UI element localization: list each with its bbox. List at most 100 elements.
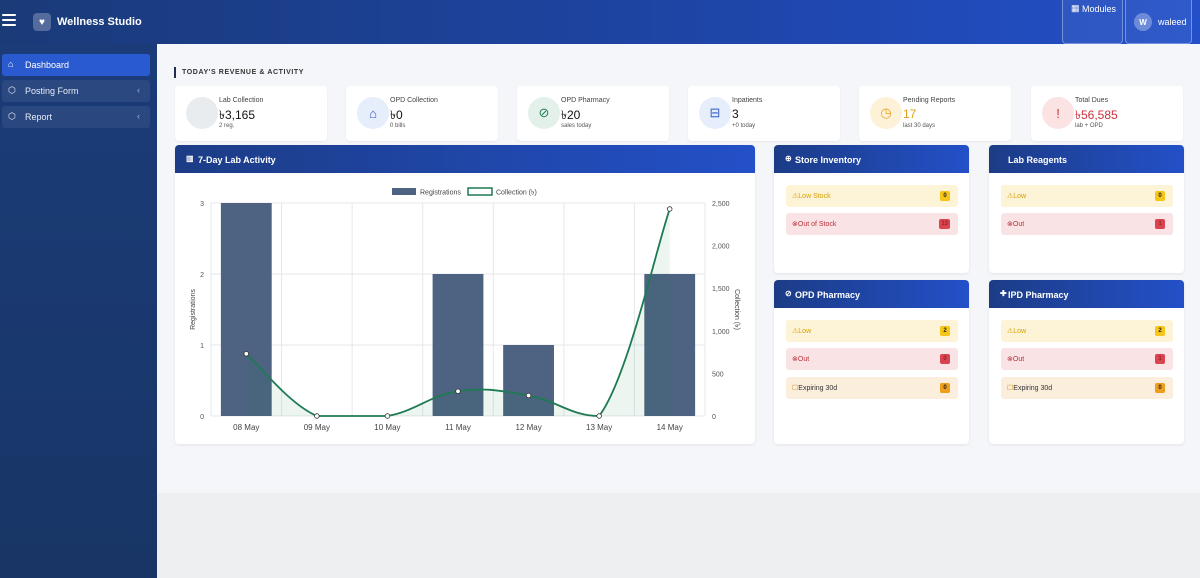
user-menu-button[interactable]: W waleed <box>1125 0 1192 44</box>
stat-sub: 0 bills <box>390 123 406 129</box>
lab-activity-card: ▥ 7-Day Lab Activity 0 1 2 3 0 500 1,000 1,500 2… <box>175 145 755 444</box>
collection-point <box>384 413 391 419</box>
warehouse-icon: ⊕ <box>785 154 792 163</box>
ipd-out-row[interactable]: ⊗Out 1 <box>1001 348 1173 370</box>
stat-value: 17 <box>903 107 917 121</box>
count-badge: 13 <box>939 219 950 229</box>
avatar: W <box>1134 13 1152 31</box>
y2-tick-label: 1,500 <box>712 286 730 293</box>
y2-tick-label: 0 <box>712 414 716 421</box>
ipd-low-row[interactable]: ⚠Low 2 <box>1001 320 1173 342</box>
stat-sub: +0 today <box>732 123 756 129</box>
opd-expiring-label: ☐Expiring 30d <box>792 385 838 392</box>
store-low-stock-label: ⚠Low Stock <box>792 193 831 200</box>
card-header: ▥ 7-Day Lab Activity <box>175 145 755 173</box>
collection-point <box>596 413 602 419</box>
stat-label: OPD Pharmacy <box>561 97 610 104</box>
bed-icon: ⊟ <box>699 97 731 129</box>
cube-icon: ⬡ <box>8 111 16 121</box>
sidebar-item-report[interactable]: ⬡ Report ‹ <box>2 106 150 128</box>
legend-swatch-collection <box>467 187 493 196</box>
y-axis-title: Registrations <box>190 289 197 330</box>
reagents-low-row[interactable]: ⚠Low 0 <box>1001 185 1173 207</box>
sidebar-item-label: Report <box>25 112 53 122</box>
opd-low-label: ⚠Low <box>792 328 812 335</box>
user-name: waleed <box>1158 17 1187 27</box>
y-tick-label: 3 <box>200 201 204 208</box>
top-navbar: ♥ Wellness Studio ▦ Modules W waleed <box>0 0 1200 44</box>
legend-label-collection: Collection (৳) <box>496 189 537 197</box>
lab-activity-chart: 0 1 2 3 0 500 1,000 1,500 2,000 2,500 08 May 09 May… <box>190 187 741 432</box>
legend-label-registrations: Registrations <box>420 190 461 197</box>
modules-button[interactable]: ▦ Modules <box>1062 0 1123 44</box>
opd-low-row[interactable]: ⚠Low 2 <box>786 320 958 342</box>
sidebar: ⌂ Dashboard ⬡ Posting Form ‹ ⬡ Report ‹ <box>0 44 157 578</box>
card-header: Lab Reagents <box>989 145 1184 173</box>
y2-tick-label: 2,500 <box>712 201 730 208</box>
reagents-out-row[interactable]: ⊗Out 1 <box>1001 213 1173 235</box>
reagents-out-label: ⊗Out <box>1007 221 1025 228</box>
count-badge: 1 <box>1155 219 1165 229</box>
opd-expiring-row[interactable]: ☐Expiring 30d 0 <box>786 377 958 399</box>
ipd-low-label: ⚠Low <box>1007 328 1027 335</box>
stat-card-lab-collection: Lab Collection ৳3,165 2 reg. <box>175 86 327 141</box>
collection-point <box>314 413 320 419</box>
ipd-out-label: ⊗Out <box>1007 356 1025 363</box>
y2-axis-title: Collection (৳) <box>733 289 741 330</box>
card-header: ✚ IPD Pharmacy <box>989 280 1184 308</box>
modules-label: Modules <box>1082 4 1117 14</box>
x-tick-label: 10 May <box>374 423 400 432</box>
stat-label: Pending Reports <box>903 97 956 104</box>
ipd-expiring-row[interactable]: ☐Expiring 30d 0 <box>1001 377 1173 399</box>
content-footer-area <box>157 493 1200 578</box>
collection-point <box>455 388 461 394</box>
count-badge: 0 <box>1155 383 1165 393</box>
home-icon: ⌂ <box>8 59 14 69</box>
stat-sub: last 30 days <box>903 123 936 129</box>
stat-value: 3 <box>732 107 739 121</box>
y2-tick-label: 2,000 <box>712 244 730 251</box>
count-badge: 0 <box>940 383 950 393</box>
y2-tick-label: 1,000 <box>712 329 730 336</box>
count-badge: 0 <box>940 191 950 201</box>
pill-icon: ⊘ <box>785 289 792 298</box>
y2-tick-label: 500 <box>712 371 724 378</box>
stat-label: Total Dues <box>1075 97 1109 104</box>
sidebar-item-dashboard[interactable]: ⌂ Dashboard <box>2 54 150 76</box>
store-out-of-stock-row[interactable]: ⊗Out of Stock 13 <box>786 213 958 235</box>
collection-point <box>667 206 673 212</box>
section-title: TODAY'S REVENUE & ACTIVITY <box>174 67 304 78</box>
x-tick-label: 09 May <box>304 423 330 432</box>
stat-card-opd-pharmacy: ⊘ OPD Pharmacy ৳20 sales today <box>517 86 669 141</box>
card-header: ⊘ OPD Pharmacy <box>774 280 969 308</box>
chevron-left-icon: ‹ <box>137 111 140 121</box>
grid-icon: ▦ <box>1071 3 1080 13</box>
x-tick-label: 12 May <box>515 423 541 432</box>
stat-sub: 2 reg. <box>219 123 235 129</box>
count-badge: 2 <box>1155 326 1165 336</box>
brand-logo-icon: ♥ <box>33 13 51 31</box>
ipd-pharmacy-card: ✚ IPD Pharmacy ⚠Low 2 ⊗Out 1 ☐Expiring 3… <box>989 280 1184 444</box>
store-low-stock-row[interactable]: ⚠Low Stock 0 <box>786 185 958 207</box>
x-tick-label: 11 May <box>445 423 471 432</box>
ipd-expiring-label: ☐Expiring 30d <box>1007 385 1053 392</box>
flask-icon <box>186 97 218 129</box>
opd-out-row[interactable]: ⊗Out 0 <box>786 348 958 370</box>
reagents-low-label: ⚠Low <box>1007 193 1027 200</box>
chevron-left-icon: ‹ <box>137 85 140 95</box>
sidebar-item-label: Dashboard <box>25 60 70 70</box>
card-title: Lab Reagents <box>1008 155 1068 165</box>
cube-icon: ⬡ <box>8 85 16 95</box>
y-tick-label: 1 <box>200 343 204 350</box>
brand-name: Wellness Studio <box>57 16 142 28</box>
sidebar-item-label: Posting Form <box>25 86 79 96</box>
card-header: ⊕ Store Inventory <box>774 145 969 173</box>
legend-swatch-registrations <box>392 188 416 195</box>
store-out-of-stock-label: ⊗Out of Stock <box>792 221 837 228</box>
hamburger-menu-icon[interactable] <box>2 14 16 26</box>
x-tick-label: 13 May <box>586 423 612 432</box>
x-tick-label: 14 May <box>657 423 683 432</box>
stat-card-total-dues: ! Total Dues ৳56,585 lab + OPD <box>1031 86 1183 141</box>
sidebar-item-posting-form[interactable]: ⬡ Posting Form ‹ <box>2 80 150 102</box>
alert-icon: ! <box>1042 97 1074 129</box>
